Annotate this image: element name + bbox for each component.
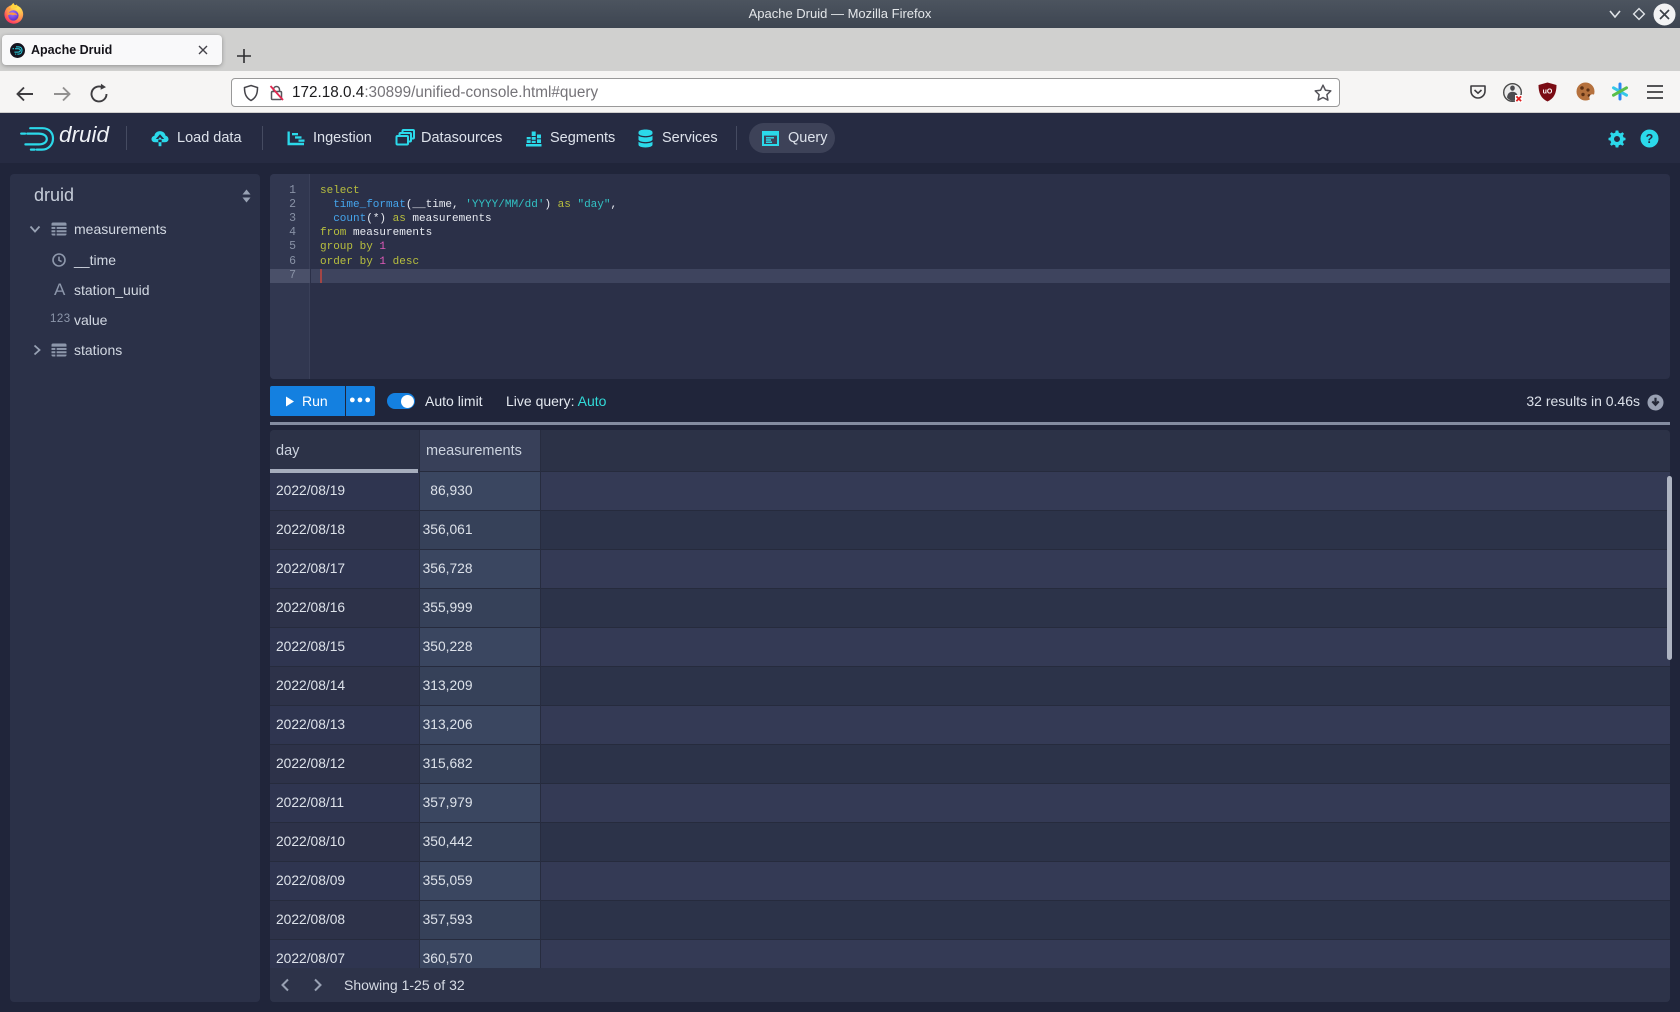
svg-text:?: ? <box>1646 132 1654 146</box>
svg-text:uO: uO <box>1543 89 1553 96</box>
